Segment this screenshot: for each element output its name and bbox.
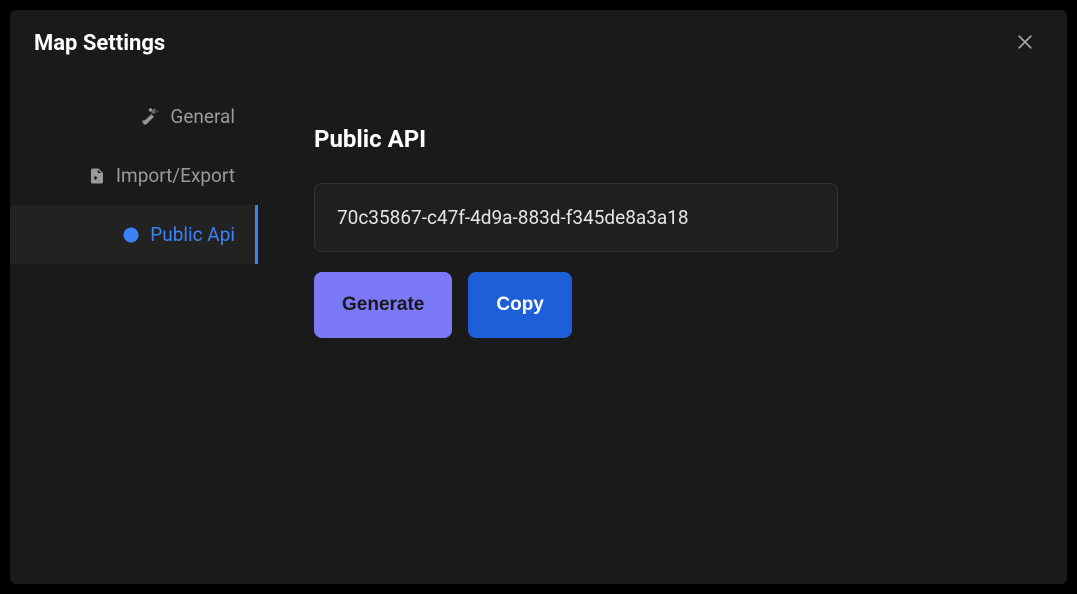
map-settings-modal: Map Settings General bbox=[10, 10, 1067, 584]
file-icon bbox=[88, 167, 106, 185]
sidebar-item-label: Import/Export bbox=[116, 164, 235, 187]
close-button[interactable] bbox=[1011, 28, 1039, 59]
sidebar-item-general[interactable]: General bbox=[10, 87, 258, 146]
modal-header: Map Settings bbox=[10, 10, 1067, 77]
content-panel: Public API 70c35867-c47f-4d9a-883d-f345d… bbox=[258, 77, 1067, 584]
sidebar-item-import-export[interactable]: Import/Export bbox=[10, 146, 258, 205]
wrench-icon bbox=[142, 108, 160, 126]
globe-icon bbox=[122, 226, 140, 244]
button-row: Generate Copy bbox=[314, 272, 1011, 338]
sidebar-item-label: Public Api bbox=[150, 223, 235, 246]
modal-title: Map Settings bbox=[34, 31, 165, 56]
modal-body: General Import/Export Pu bbox=[10, 77, 1067, 584]
sidebar-item-public-api[interactable]: Public Api bbox=[10, 205, 258, 264]
copy-button[interactable]: Copy bbox=[468, 272, 572, 338]
generate-button[interactable]: Generate bbox=[314, 272, 452, 338]
section-title: Public API bbox=[314, 125, 1011, 153]
sidebar: General Import/Export Pu bbox=[10, 77, 258, 584]
close-icon bbox=[1015, 32, 1035, 55]
sidebar-item-label: General bbox=[170, 105, 235, 128]
api-key-field[interactable]: 70c35867-c47f-4d9a-883d-f345de8a3a18 bbox=[314, 183, 838, 252]
